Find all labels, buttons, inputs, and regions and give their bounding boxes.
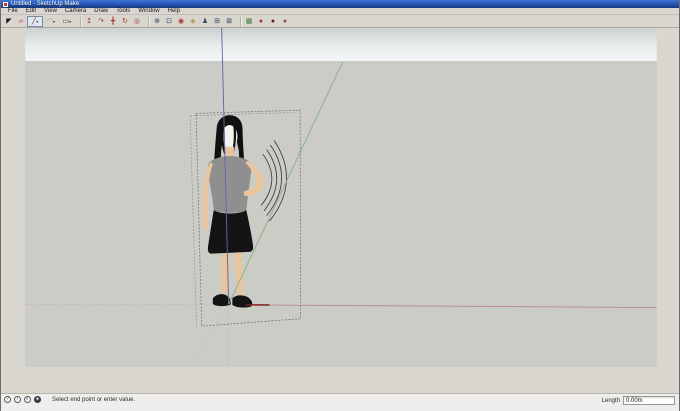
select-icon: ◤ [6, 18, 11, 25]
push-pull-icon: ↥ [86, 18, 92, 25]
components-icon: ● [271, 18, 275, 25]
toolbar-separator [80, 17, 81, 26]
position-camera-icon: ♟ [202, 18, 208, 25]
follow-me-button[interactable]: ↷ [95, 16, 107, 27]
rotate-button[interactable]: ↻ [119, 16, 131, 27]
model-info-icon: ▦ [246, 18, 253, 25]
move-icon: ╋ [111, 18, 115, 25]
figure-skirt [208, 210, 253, 254]
toolbar-separator [148, 17, 149, 26]
toolbar-group: ⊕ ⊡ ◉ ◈ ♟ ⊞ ⊠ [151, 16, 235, 27]
status-hint: Select end point or enter value. [52, 396, 135, 404]
position-camera-button[interactable]: ♟ [199, 16, 211, 27]
eraser-icon: ▰ [18, 18, 23, 25]
menu-window[interactable]: Window [134, 8, 163, 15]
toolbar-separator [240, 17, 241, 26]
measurement-label: Length [602, 398, 620, 404]
figure-shirt [208, 156, 251, 213]
line-dropdown-icon[interactable]: ▾ [36, 19, 38, 24]
menu-view[interactable]: View [40, 8, 61, 15]
orbit-button[interactable]: ◉ [175, 16, 187, 27]
zoom-button[interactable]: ⊕ [151, 16, 163, 27]
menu-draw[interactable]: Draw [90, 8, 112, 15]
viewport [1, 28, 680, 393]
zoom-icon: ⊕ [154, 18, 160, 25]
status-icons: ?i◐● [4, 396, 44, 403]
figure-hand-left [203, 219, 209, 229]
eraser-button[interactable]: ▰ [15, 16, 27, 27]
shapes-dropdown-icon[interactable]: ▾ [69, 19, 71, 24]
shapes-button[interactable]: ▭▾ [59, 16, 75, 27]
zoom-window-icon: ⊡ [166, 18, 172, 25]
pan-icon: ◈ [190, 18, 195, 25]
status-bar: ?i◐● Select end point or enter value. Le… [1, 393, 679, 411]
menu-bar: FileEditViewCameraDrawToolsWindowHelp [1, 8, 679, 15]
geolocation-icon[interactable]: ◐ [24, 396, 31, 403]
help-icon[interactable]: ? [4, 396, 11, 403]
zoom-in-icon: ⊞ [214, 18, 220, 25]
signin-icon[interactable]: ● [34, 396, 41, 403]
model-info-button[interactable]: ▦ [243, 16, 255, 27]
shapes-icon: ▭ [63, 18, 70, 25]
ground [25, 61, 657, 367]
arcs-dropdown-icon[interactable]: ▾ [53, 19, 55, 24]
instructor-icon[interactable]: i [14, 396, 21, 403]
offset-icon: ◎ [134, 18, 140, 25]
drawing-canvas[interactable] [1, 28, 680, 393]
materials-button[interactable]: ● [255, 16, 267, 27]
zoom-extents-icon: ⊠ [226, 18, 232, 25]
pan-button[interactable]: ◈ [187, 16, 199, 27]
arcs-button[interactable]: ◠▾ [43, 16, 59, 27]
push-pull-button[interactable]: ↥ [83, 16, 95, 27]
menu-tools[interactable]: Tools [112, 8, 134, 15]
measurement-input[interactable]: 0.00m [623, 396, 675, 405]
toolbar-group: ▦ ● ● ● [243, 16, 291, 27]
styles-button[interactable]: ● [279, 16, 291, 27]
zoom-extents-button[interactable]: ⊠ [223, 16, 235, 27]
app-logo-icon [3, 2, 8, 7]
offset-button[interactable]: ◎ [131, 16, 143, 27]
components-button[interactable]: ● [267, 16, 279, 27]
line-button[interactable]: ╱▾ [27, 16, 43, 27]
materials-icon: ● [259, 18, 263, 25]
styles-icon: ● [283, 18, 287, 25]
sketchup-window: Untitled - SketchUp Make FileEditViewCam… [0, 0, 680, 411]
toolbar-group: ↥ ↷ ╋ ↻ ◎ [83, 16, 143, 27]
zoom-window-button[interactable]: ⊡ [163, 16, 175, 27]
select-button[interactable]: ◤ [3, 16, 15, 27]
sky [25, 28, 657, 61]
rotate-icon: ↻ [122, 18, 128, 25]
toolbar: ◤▰╱▾◠▾▭▾↥↷╋↻◎⊕⊡◉◈♟⊞⊠▦●●● [1, 15, 679, 28]
follow-me-icon: ↷ [98, 18, 104, 25]
zoom-in-button[interactable]: ⊞ [211, 16, 223, 27]
orbit-icon: ◉ [178, 18, 184, 25]
measurement-area: Length 0.00m [602, 396, 675, 405]
menu-file[interactable]: File [4, 8, 22, 15]
menu-help[interactable]: Help [164, 8, 184, 15]
toolbar-group: ◤▰╱▾◠▾▭▾ [3, 16, 75, 27]
move-button[interactable]: ╋ [107, 16, 119, 27]
menu-edit[interactable]: Edit [22, 8, 40, 15]
menu-camera[interactable]: Camera [61, 8, 90, 15]
